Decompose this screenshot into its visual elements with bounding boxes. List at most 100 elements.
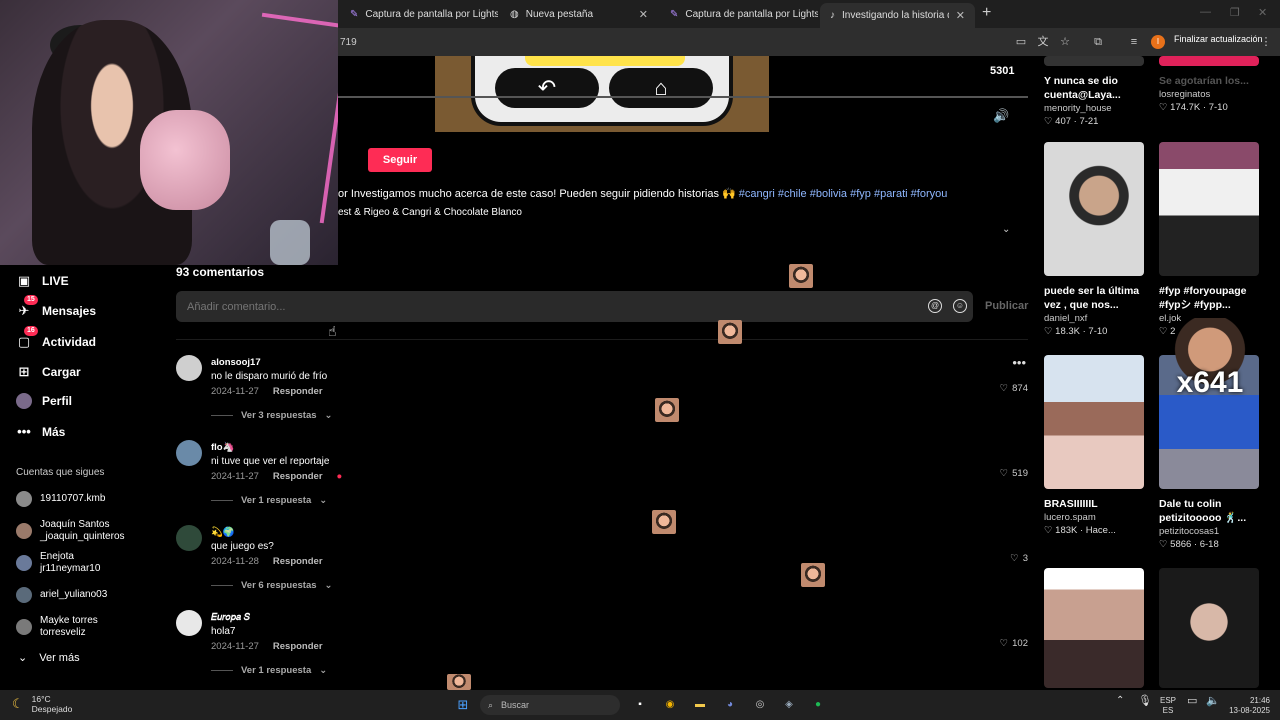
avatar[interactable] bbox=[176, 355, 202, 381]
sidebar-item-profile[interactable]: Perfil bbox=[16, 393, 72, 409]
back-arrow-icon: ↶ bbox=[495, 68, 599, 108]
sidebar-item-activity[interactable]: ▢ 16 Actividad bbox=[16, 326, 96, 350]
divider bbox=[211, 415, 233, 416]
recommended-video[interactable]: BRASIIIIIIL lucero.spam ♡ 183K · Hace... bbox=[1044, 355, 1144, 536]
music-credits[interactable]: est & Rigeo & Cangri & Chocolate Blanco bbox=[338, 207, 522, 218]
windows-start-icon[interactable]: ⊞ bbox=[455, 697, 471, 713]
like-button[interactable]: ♡ 102 bbox=[1000, 638, 1028, 649]
avatar[interactable] bbox=[176, 525, 202, 551]
video-progress-bar[interactable] bbox=[338, 96, 1028, 98]
recommended-video[interactable]: #fyp #foryoupage #fypシ #fypp... el.jok ♡… bbox=[1159, 142, 1259, 337]
task-view-icon[interactable]: ▪ bbox=[632, 697, 648, 713]
translate-icon[interactable]: 文 bbox=[1036, 35, 1050, 49]
avatar[interactable] bbox=[176, 440, 202, 466]
close-window-icon[interactable]: ✕ bbox=[1258, 6, 1267, 19]
microphone-icon[interactable]: 🎙 bbox=[1138, 696, 1152, 707]
taskbar-search[interactable]: ⌕ Buscar bbox=[480, 695, 620, 715]
like-button[interactable]: ♡ 874 bbox=[1000, 383, 1028, 394]
maximize-icon[interactable]: ❐ bbox=[1230, 6, 1240, 19]
cast-icon[interactable]: ▭ bbox=[1014, 35, 1028, 49]
video-player[interactable]: ↶ ⌂ bbox=[435, 56, 769, 132]
clock[interactable]: 21:46 13-08-2025 bbox=[1216, 696, 1270, 716]
discord-icon[interactable]: ◕ bbox=[722, 697, 738, 713]
close-icon[interactable]: ✕ bbox=[956, 9, 965, 22]
avatar[interactable] bbox=[176, 610, 202, 636]
recommended-video[interactable] bbox=[1044, 568, 1144, 688]
star-icon[interactable]: ☆ bbox=[1058, 35, 1072, 49]
minimize-icon[interactable]: — bbox=[1200, 6, 1211, 18]
reply-button[interactable]: Responder bbox=[273, 556, 323, 567]
comment-username[interactable]: 💫🌍 bbox=[211, 527, 235, 538]
media-icon[interactable]: ≡ bbox=[1127, 35, 1141, 49]
comment-username[interactable]: alonsooj17 bbox=[211, 357, 261, 368]
new-tab-icon[interactable]: + bbox=[982, 4, 991, 22]
following-account[interactable]: Mayke torres torresveliz bbox=[16, 615, 98, 639]
kebab-menu-icon[interactable]: ⋮ bbox=[1259, 35, 1273, 49]
more-options-icon[interactable]: ••• bbox=[1012, 355, 1026, 370]
video-author: daniel_nxf bbox=[1044, 313, 1088, 324]
spotify-icon[interactable]: ● bbox=[810, 697, 826, 713]
comment-input[interactable] bbox=[176, 291, 973, 322]
view-replies-button[interactable]: Ver 3 respuestas ⌄ bbox=[211, 410, 333, 421]
volume-icon[interactable]: 🔊 bbox=[993, 108, 1009, 124]
neon-light bbox=[234, 12, 338, 224]
chevron-up-icon[interactable]: ⌃ bbox=[1116, 696, 1124, 706]
comment-username[interactable]: 𝐸𝑢𝑟𝑜𝑝𝑎 𝑆 bbox=[211, 612, 250, 623]
recommended-video[interactable]: puede ser la última vez , que nos... dan… bbox=[1044, 142, 1144, 337]
sidebar-item-label: Cargar bbox=[42, 365, 81, 379]
feather-icon: ✎ bbox=[350, 8, 359, 20]
hashtag-link[interactable]: #bolivia bbox=[810, 188, 847, 200]
like-button[interactable]: ♡ 519 bbox=[1000, 468, 1028, 479]
hashtag-link[interactable]: #fyp bbox=[850, 188, 871, 200]
network-icon[interactable]: ▭ bbox=[1187, 696, 1197, 707]
update-button[interactable]: Finalizar actualización bbox=[1174, 34, 1263, 44]
reply-button[interactable]: Responder bbox=[273, 386, 323, 397]
follow-button[interactable]: Seguir bbox=[368, 148, 432, 172]
publish-button[interactable]: Publicar bbox=[985, 300, 1028, 312]
like-button[interactable]: ♡ 3 bbox=[1010, 553, 1028, 564]
reply-button[interactable]: Responder bbox=[273, 641, 323, 652]
file-explorer-icon[interactable]: ▬ bbox=[692, 697, 708, 713]
recommended-video[interactable] bbox=[1159, 568, 1259, 688]
browser-tab-3[interactable]: ✎ Captura de pantalla por Lightsh ✕ bbox=[660, 3, 818, 25]
view-replies-button[interactable]: Ver 1 respuesta ⌄ bbox=[211, 665, 327, 676]
extensions-icon[interactable]: ⧉ bbox=[1091, 35, 1105, 49]
profile-avatar[interactable]: I bbox=[1151, 35, 1165, 49]
sidebar-item-messages[interactable]: ✈ 15 Mensajes bbox=[16, 295, 96, 319]
video-stats: ♡ 174.7K · 7-10 bbox=[1159, 102, 1259, 113]
browser-tab-2[interactable]: ◍ Nueva pestaña ✕ bbox=[500, 3, 658, 25]
account-name: ariel_yuliano03 bbox=[40, 589, 107, 601]
sidebar-item-more[interactable]: ••• Más bbox=[16, 424, 65, 440]
weather-widget[interactable]: ☾ 16°C Despejado bbox=[12, 694, 72, 714]
close-icon[interactable]: ✕ bbox=[639, 8, 648, 21]
mention-icon[interactable]: @ bbox=[928, 299, 942, 313]
language-indicator[interactable]: ESP ES bbox=[1160, 696, 1176, 716]
browser-tab-1[interactable]: ✎ Captura de pantalla por Lightsh ✕ bbox=[340, 3, 498, 25]
recommended-video[interactable]: Se agotarían los... losreginatos ♡ 174.7… bbox=[1159, 56, 1259, 113]
obs-icon[interactable]: ◎ bbox=[752, 697, 768, 713]
following-account[interactable]: Joaquín Santos _joaquin_quinteros bbox=[16, 519, 125, 543]
see-more-button[interactable]: ⌄ Ver más bbox=[18, 651, 80, 665]
recommended-video[interactable]: Y nunca se dio cuenta@Laya... menority_h… bbox=[1044, 56, 1144, 127]
url-text[interactable]: 719 bbox=[340, 37, 357, 48]
emoji-icon[interactable]: ☺ bbox=[953, 299, 967, 313]
following-account[interactable]: 19110707.kmb bbox=[16, 491, 105, 507]
sidebar-item-upload[interactable]: ⊞ Cargar bbox=[16, 364, 81, 380]
reply-button[interactable]: Responder bbox=[273, 471, 323, 482]
face-sticker bbox=[789, 264, 813, 288]
following-account[interactable]: ariel_yuliano03 bbox=[16, 587, 107, 603]
view-replies-button[interactable]: Ver 6 respuestas ⌄ bbox=[211, 580, 333, 591]
comment-username[interactable]: flo🦄 bbox=[211, 442, 234, 453]
steam-icon[interactable]: ◈ bbox=[781, 697, 797, 713]
following-account[interactable]: Enejota jr11neymar10 bbox=[16, 551, 100, 575]
hashtag-link[interactable]: #foryou bbox=[911, 188, 948, 200]
browser-tab-4[interactable]: ♪ Investigando la historia de Cangri ✕ bbox=[820, 3, 975, 28]
view-replies-button[interactable]: Ver 1 respuesta ⌄ bbox=[211, 495, 327, 506]
chrome-icon[interactable]: ◉ bbox=[662, 697, 678, 713]
hashtag-link[interactable]: #cangri bbox=[739, 188, 775, 200]
hashtag-link[interactable]: #parati bbox=[874, 188, 908, 200]
hashtag-link[interactable]: #chile bbox=[778, 188, 807, 200]
sidebar-item-live[interactable]: ▣ LIVE bbox=[16, 273, 69, 289]
chevron-down-icon[interactable]: ⌄ bbox=[1002, 224, 1010, 235]
comment-text: que juego es? bbox=[211, 541, 274, 552]
